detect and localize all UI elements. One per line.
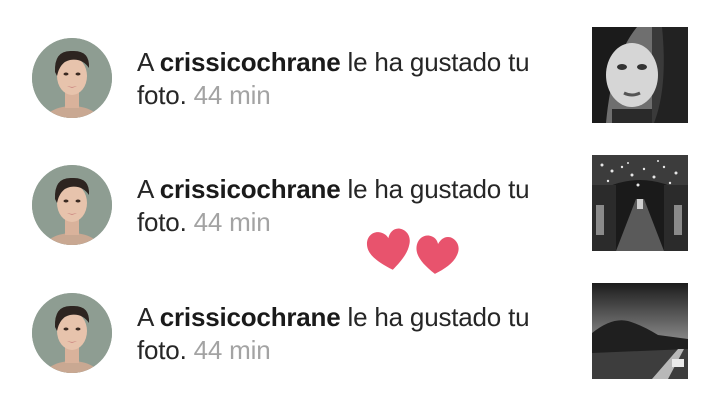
photo-street-lights-icon: [592, 155, 688, 251]
user-avatar-icon: [32, 38, 112, 118]
notification-row[interactable]: A crissicochrane le ha gustado tu foto. …: [0, 283, 720, 383]
prefix-text: A: [137, 47, 153, 77]
username-link[interactable]: crissicochrane: [160, 174, 341, 204]
avatar[interactable]: [32, 38, 112, 118]
user-avatar-icon: [32, 165, 112, 245]
prefix-text: A: [137, 174, 153, 204]
notification-row[interactable]: A crissicochrane le ha gustado tu foto. …: [0, 155, 720, 255]
hearts-icon: [366, 228, 459, 274]
notification-text: A crissicochrane le ha gustado tu foto. …: [137, 301, 567, 367]
notification-text: A crissicochrane le ha gustado tu foto. …: [137, 46, 567, 112]
photo-portrait-woman-icon: [592, 27, 688, 123]
username-link[interactable]: crissicochrane: [160, 47, 341, 77]
user-avatar-icon: [32, 293, 112, 373]
timestamp: 44 min: [193, 80, 271, 110]
post-thumbnail[interactable]: [592, 27, 688, 123]
timestamp: 44 min: [193, 335, 271, 365]
photo-mountain-road-icon: [592, 283, 688, 379]
post-thumbnail[interactable]: [592, 155, 688, 251]
notification-text: A crissicochrane le ha gustado tu foto. …: [137, 173, 567, 239]
prefix-text: A: [137, 302, 153, 332]
username-link[interactable]: crissicochrane: [160, 302, 341, 332]
avatar[interactable]: [32, 165, 112, 245]
notification-row[interactable]: A crissicochrane le ha gustado tu foto. …: [0, 27, 720, 128]
avatar[interactable]: [32, 293, 112, 373]
post-thumbnail[interactable]: [592, 283, 688, 379]
hearts-decoration: [365, 226, 465, 278]
timestamp: 44 min: [193, 207, 271, 237]
